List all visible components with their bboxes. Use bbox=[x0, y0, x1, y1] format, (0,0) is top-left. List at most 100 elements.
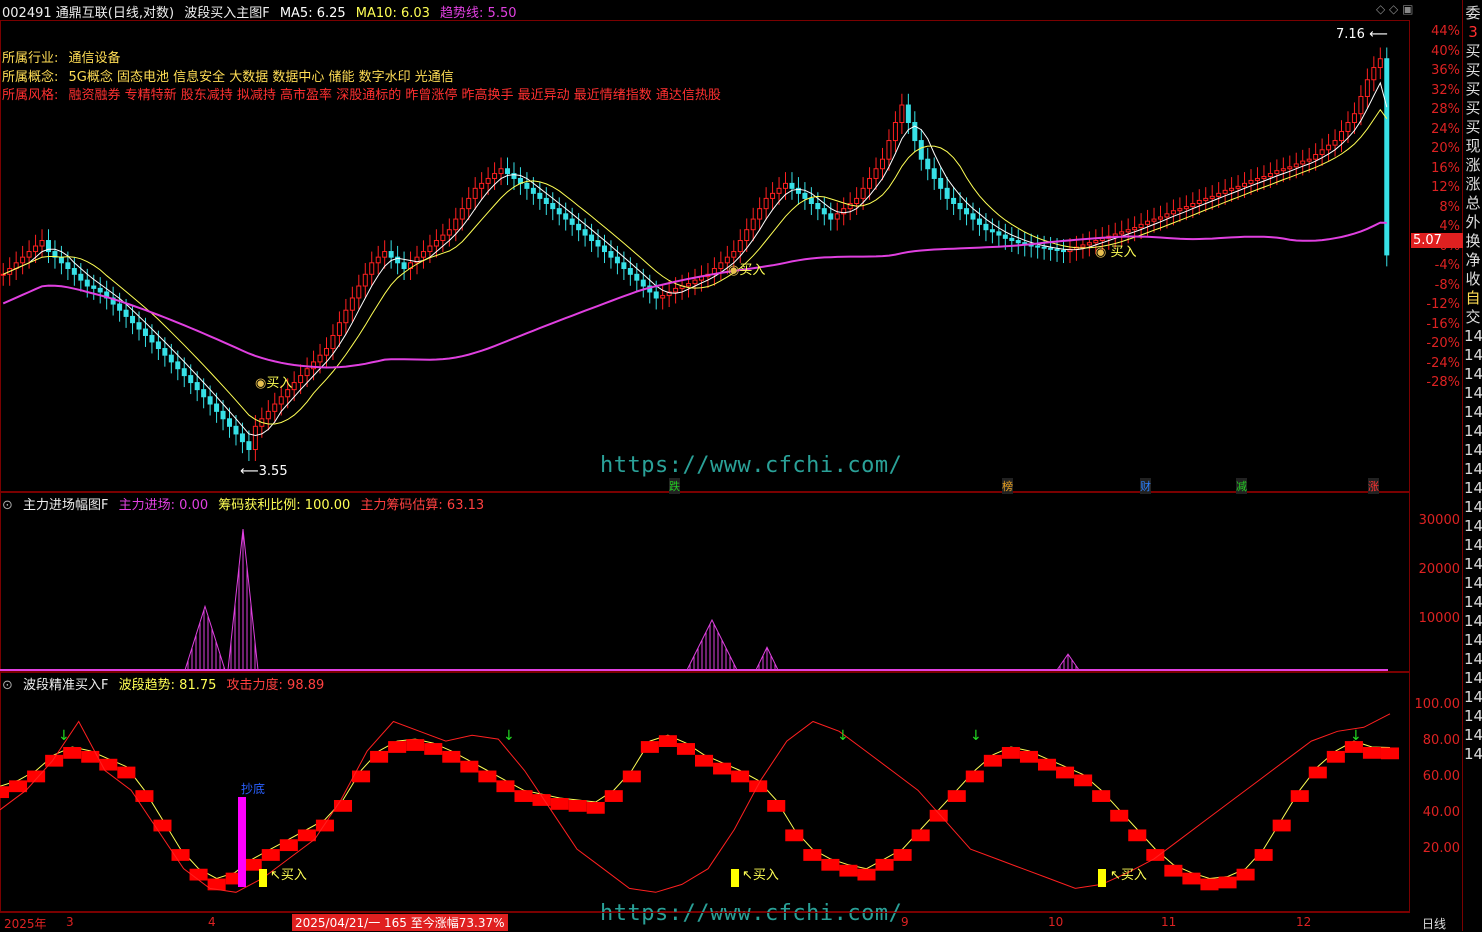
candle-body bbox=[291, 382, 297, 391]
p3-red-block bbox=[1037, 758, 1057, 771]
p3-red-block bbox=[1056, 766, 1075, 779]
pct-tick: 44% bbox=[1431, 24, 1460, 39]
sidebar-item[interactable]: 14 bbox=[1464, 517, 1482, 536]
candle-body bbox=[323, 348, 329, 356]
pct-tick: 4% bbox=[1439, 219, 1460, 234]
p3-buy-bar bbox=[1098, 869, 1106, 887]
candle-body bbox=[1274, 170, 1280, 175]
sidebar-item[interactable]: 14 bbox=[1464, 574, 1482, 593]
sidebar-item[interactable]: 总 bbox=[1464, 194, 1482, 213]
sidebar-item[interactable]: 14 bbox=[1464, 479, 1482, 498]
p3-buy-2: ↖买入 bbox=[742, 868, 779, 883]
candle-body bbox=[91, 285, 97, 289]
sidebar-item[interactable]: 净 bbox=[1464, 251, 1482, 270]
candle-body bbox=[776, 187, 782, 194]
p3-red-block bbox=[1236, 868, 1255, 881]
sidebar-item[interactable]: 3 bbox=[1464, 23, 1482, 42]
sidebar-item[interactable]: 买 bbox=[1464, 80, 1482, 99]
sidebar-item[interactable]: 买 bbox=[1464, 99, 1482, 118]
sidebar-item[interactable]: 14 bbox=[1464, 536, 1482, 555]
ma5-line bbox=[2, 81, 1388, 437]
sidebar-item[interactable]: 14 bbox=[1464, 669, 1482, 688]
p3-red-block bbox=[442, 750, 461, 763]
p3-red-block bbox=[695, 754, 714, 767]
p3-down-arrow: ↓ bbox=[970, 728, 982, 744]
sidebar-item[interactable]: 自 bbox=[1464, 289, 1482, 308]
sidebar-item[interactable]: 14 bbox=[1464, 422, 1482, 441]
sidebar-item[interactable]: 14 bbox=[1464, 346, 1482, 365]
p3-red-block bbox=[1254, 849, 1273, 861]
sidebar-item[interactable]: 买 bbox=[1464, 61, 1482, 80]
candle-body bbox=[718, 262, 724, 270]
p3-red-block bbox=[640, 741, 659, 753]
candle-body bbox=[382, 251, 388, 258]
sidebar-item[interactable]: 收 bbox=[1464, 270, 1482, 289]
sidebar-item[interactable]: 14 bbox=[1464, 688, 1482, 707]
candle-body bbox=[737, 240, 743, 253]
sidebar-item[interactable]: 14 bbox=[1464, 365, 1482, 384]
p3-red-block bbox=[749, 780, 768, 793]
p3-tick-20: 20.00 bbox=[1422, 841, 1460, 856]
p3-red-block bbox=[1110, 809, 1129, 822]
p3-down-arrow: ↓ bbox=[503, 728, 515, 744]
candle-body bbox=[459, 208, 465, 220]
p3-tick-80: 80.00 bbox=[1422, 733, 1460, 748]
sidebar-item[interactable]: 涨 bbox=[1464, 156, 1482, 175]
sidebar-item[interactable]: 14 bbox=[1464, 498, 1482, 517]
window-controls[interactable]: ◇ ◇ ▣ bbox=[1376, 2, 1413, 16]
candle-body bbox=[220, 410, 226, 420]
sidebar-item[interactable]: 14 bbox=[1464, 707, 1482, 726]
ma5-value: MA5: 6.25 bbox=[279, 6, 346, 21]
candle-body bbox=[1332, 140, 1338, 146]
candle-body bbox=[1242, 182, 1248, 187]
candle-body bbox=[343, 309, 349, 324]
p3-red-block bbox=[424, 743, 443, 755]
candle-body bbox=[569, 218, 575, 225]
sidebar-item[interactable]: 14 bbox=[1464, 460, 1482, 479]
period-label[interactable]: 日线 bbox=[1422, 915, 1446, 932]
candle-body bbox=[563, 213, 569, 220]
sidebar-item[interactable]: 14 bbox=[1464, 403, 1482, 422]
sidebar-item[interactable]: 买 bbox=[1464, 42, 1482, 61]
stock-title: 002491 通鼎互联(日线,对数) bbox=[2, 6, 175, 21]
candle-body bbox=[1235, 185, 1241, 189]
p3-red-block bbox=[478, 770, 497, 783]
sidebar-item[interactable]: 14 bbox=[1464, 555, 1482, 574]
p3-red-block bbox=[875, 858, 894, 871]
sidebar-item[interactable]: 14 bbox=[1464, 593, 1482, 612]
candle-body bbox=[1300, 160, 1306, 165]
watermark-top: https://www.cfchi.com/ bbox=[600, 453, 903, 478]
p3-red-block bbox=[45, 754, 64, 767]
sidebar-item[interactable]: 14 bbox=[1464, 327, 1482, 346]
sidebar-item[interactable]: 买 bbox=[1464, 118, 1482, 137]
candle-body bbox=[252, 425, 258, 451]
sidebar-item[interactable]: 14 bbox=[1464, 384, 1482, 403]
candle-body bbox=[1248, 179, 1254, 184]
sidebar-item[interactable]: 委 bbox=[1464, 4, 1482, 23]
sidebar-item[interactable]: 外 bbox=[1464, 213, 1482, 232]
candle-body bbox=[58, 256, 64, 264]
candle-body bbox=[1009, 237, 1015, 242]
candle-body bbox=[492, 173, 498, 179]
range-info: 2025/04/21/一 165 至今涨幅73.37% bbox=[292, 914, 508, 931]
sidebar-item[interactable]: 换 bbox=[1464, 232, 1482, 251]
sidebar-item[interactable]: 涨 bbox=[1464, 175, 1482, 194]
sidebar-item[interactable]: 14 bbox=[1464, 441, 1482, 460]
sidebar-item[interactable]: 14 bbox=[1464, 631, 1482, 650]
p3-red-block bbox=[965, 770, 984, 783]
candle-body bbox=[1222, 189, 1228, 194]
candle-body bbox=[401, 262, 407, 270]
candle-body bbox=[97, 287, 103, 293]
sidebar-item[interactable]: 14 bbox=[1464, 745, 1482, 764]
sidebar-item[interactable]: 现 bbox=[1464, 137, 1482, 156]
sidebar-item[interactable]: 14 bbox=[1464, 726, 1482, 745]
p3-red-block bbox=[1308, 766, 1327, 779]
main-chart bbox=[0, 47, 1390, 461]
sidebar-item[interactable]: 14 bbox=[1464, 612, 1482, 631]
p3-red-block bbox=[1019, 750, 1038, 763]
sidebar-item[interactable]: 14 bbox=[1464, 650, 1482, 669]
money-bag-icon: ◉ bbox=[255, 376, 267, 391]
candle-body bbox=[233, 425, 239, 435]
sidebar-item[interactable]: 交 bbox=[1464, 308, 1482, 327]
p3-red-block bbox=[1092, 790, 1111, 802]
